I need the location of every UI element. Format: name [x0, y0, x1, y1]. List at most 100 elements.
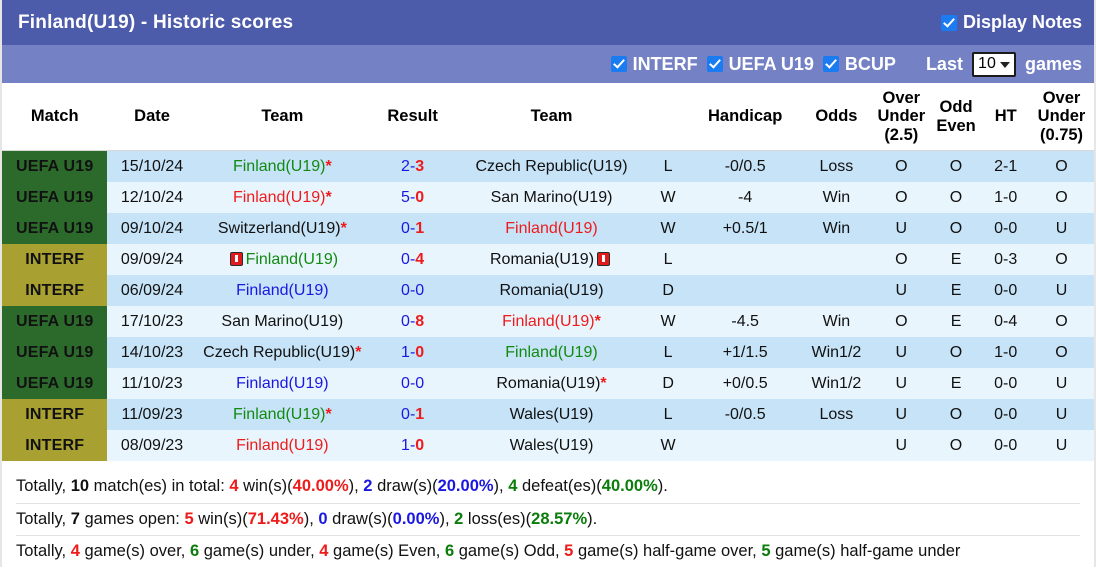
table-row[interactable]: INTERF 09/09/24 Finland(U19) 0-4 Romania(U19… — [2, 244, 1094, 276]
home-advantage-asterisk: * — [340, 219, 347, 237]
col-ht[interactable]: HT — [982, 83, 1030, 152]
home-team-cell[interactable]: Switzerland(U19)* — [196, 213, 368, 245]
col-over-under-075[interactable]: Over Under (0.75) — [1029, 83, 1094, 152]
col-odds[interactable]: Odds — [799, 83, 873, 152]
score-away: 0 — [415, 188, 425, 206]
competition-badge[interactable]: INTERF — [2, 244, 108, 276]
away-team-cell[interactable]: Finland(U19) — [457, 337, 646, 369]
over-under-075-value: O — [1029, 244, 1094, 276]
away-team-cell[interactable]: Wales(U19) — [457, 399, 646, 431]
filter-uefa-u19[interactable]: UEFA U19 — [706, 54, 814, 75]
competition-badge[interactable]: UEFA U19 — [2, 306, 108, 338]
away-team-cell[interactable]: Romania(U19) — [457, 275, 646, 307]
col-over-under-25[interactable]: Over Under (2.5) — [872, 83, 930, 152]
competition-badge[interactable]: INTERF — [2, 275, 108, 307]
over-under-075-value: O — [1029, 182, 1094, 214]
col-match[interactable]: Match — [2, 83, 108, 152]
interf-checkbox[interactable] — [610, 56, 627, 72]
competition-badge[interactable]: INTERF — [2, 399, 108, 431]
win-loss-indicator: W — [645, 306, 691, 338]
odds-result: Win — [799, 306, 873, 338]
away-team-cell[interactable]: San Marino(U19) — [457, 182, 646, 214]
away-team-cell[interactable]: Finland(U19)* — [457, 306, 646, 338]
result-score-cell[interactable]: 0-1 — [368, 213, 458, 245]
table-body: UEFA U19 15/10/24 Finland(U19)* 2-3 Czech Re… — [2, 150, 1094, 462]
away-team-cell[interactable]: Romania(U19)* — [457, 368, 646, 400]
competition-badge[interactable]: UEFA U19 — [2, 337, 108, 369]
table-row[interactable]: INTERF 08/09/23 Finland(U19) 1-0 Wales(U19) W… — [2, 430, 1094, 462]
home-team-cell[interactable]: Finland(U19)* — [196, 399, 368, 431]
s2-t8: ). — [587, 509, 598, 528]
col-odd-even[interactable]: Odd Even — [929, 83, 983, 152]
display-notes-checkbox[interactable] — [940, 14, 957, 31]
match-date: 15/10/24 — [107, 150, 197, 183]
score-home: 1 — [401, 343, 410, 361]
result-score-cell[interactable]: 0-0 — [368, 275, 458, 307]
table-row[interactable]: UEFA U19 11/10/23 Finland(U19) 0-0 Romania(U… — [2, 368, 1094, 400]
col-away-team[interactable]: Team — [457, 83, 646, 152]
win-loss-indicator: L — [645, 150, 691, 183]
result-score-cell[interactable]: 1-0 — [368, 337, 458, 369]
display-notes-toggle[interactable]: Display Notes — [940, 12, 1082, 33]
table-row[interactable]: UEFA U19 09/10/24 Switzerland(U19)* 0-1 Finl… — [2, 213, 1094, 245]
home-team-cell[interactable]: Finland(U19)* — [196, 150, 368, 183]
summary-footer: Totally, 10 match(es) in total: 4 win(s)… — [2, 461, 1094, 574]
table-row[interactable]: UEFA U19 17/10/23 San Marino(U19) 0-8 Finlan… — [2, 306, 1094, 338]
col-date[interactable]: Date — [107, 83, 197, 152]
table-row[interactable]: INTERF 11/09/23 Finland(U19)* 0-1 Wales(U19)… — [2, 399, 1094, 431]
table-row[interactable]: UEFA U19 15/10/24 Finland(U19)* 2-3 Czech Re… — [2, 150, 1094, 183]
home-team-cell[interactable]: Finland(U19)* — [196, 182, 368, 214]
away-team-cell[interactable]: Wales(U19) — [457, 430, 646, 462]
bcup-checkbox[interactable] — [822, 56, 839, 72]
win-loss-indicator: L — [645, 337, 691, 369]
header-row: Match Date Team Result Team Handicap Odd… — [2, 83, 1094, 152]
col-home-team[interactable]: Team — [196, 83, 368, 152]
s1-t5: draw(s)( — [372, 477, 438, 496]
col-handicap[interactable]: Handicap — [690, 83, 800, 152]
result-score-cell[interactable]: 2-3 — [368, 150, 458, 183]
s3-t2: game(s) over, — [79, 542, 190, 561]
result-score-cell[interactable]: 0-4 — [368, 244, 458, 276]
away-team-cell[interactable]: Finland(U19) — [457, 213, 646, 245]
home-team-cell[interactable]: Finland(U19) — [196, 430, 368, 462]
win-loss-indicator: W — [645, 213, 691, 245]
competition-badge[interactable]: UEFA U19 — [2, 213, 108, 245]
odd-even-value: O — [929, 213, 983, 245]
score-value: 0-0 — [401, 281, 425, 299]
over-under-075-value: U — [1029, 430, 1094, 462]
s2-p2: 71.43% — [247, 509, 304, 528]
odd-even-value: E — [929, 368, 983, 400]
games-count-select[interactable]: 10 — [971, 51, 1016, 77]
home-team-cell[interactable]: Finland(U19) — [196, 244, 368, 276]
result-score-cell[interactable]: 1-0 — [368, 430, 458, 462]
table-row[interactable]: UEFA U19 14/10/23 Czech Republic(U19)* 1-0 F… — [2, 337, 1094, 369]
away-team-cell[interactable]: Romania(U19) — [457, 244, 646, 276]
page-title: Finland(U19) - Historic scores — [18, 11, 294, 33]
competition-badge[interactable]: INTERF — [2, 430, 108, 462]
home-team-cell[interactable]: Czech Republic(U19)* — [196, 337, 368, 369]
competition-badge[interactable]: UEFA U19 — [2, 182, 108, 214]
handicap-value: +0/0.5 — [690, 368, 800, 400]
competition-badge[interactable]: UEFA U19 — [2, 150, 108, 183]
result-score-cell[interactable]: 0-0 — [368, 368, 458, 400]
col-result[interactable]: Result — [368, 83, 458, 152]
uefa-u19-checkbox[interactable] — [706, 56, 723, 72]
home-advantage-asterisk: * — [325, 188, 332, 206]
s2-n3: 0 — [318, 509, 328, 528]
result-score-cell[interactable]: 5-0 — [368, 182, 458, 214]
score-home: 5 — [401, 188, 410, 206]
filter-bcup[interactable]: BCUP — [822, 54, 896, 75]
historic-scores-table: Match Date Team Result Team Handicap Odd… — [2, 83, 1094, 462]
home-team-cell[interactable]: Finland(U19) — [196, 368, 368, 400]
filter-interf[interactable]: INTERF — [610, 54, 698, 75]
table-header: Match Date Team Result Team Handicap Odd… — [2, 83, 1094, 152]
result-score-cell[interactable]: 0-1 — [368, 399, 458, 431]
home-team-cell[interactable]: San Marino(U19) — [196, 306, 368, 338]
result-score-cell[interactable]: 0-8 — [368, 306, 458, 338]
table-row[interactable]: UEFA U19 12/10/24 Finland(U19)* 5-0 San Mari… — [2, 182, 1094, 214]
away-team-cell[interactable]: Czech Republic(U19) — [457, 150, 646, 183]
s1-t7: defeat(es)( — [517, 477, 602, 496]
home-team-cell[interactable]: Finland(U19) — [196, 275, 368, 307]
table-row[interactable]: INTERF 06/09/24 Finland(U19) 0-0 Romania(U19… — [2, 275, 1094, 307]
competition-badge[interactable]: UEFA U19 — [2, 368, 108, 400]
